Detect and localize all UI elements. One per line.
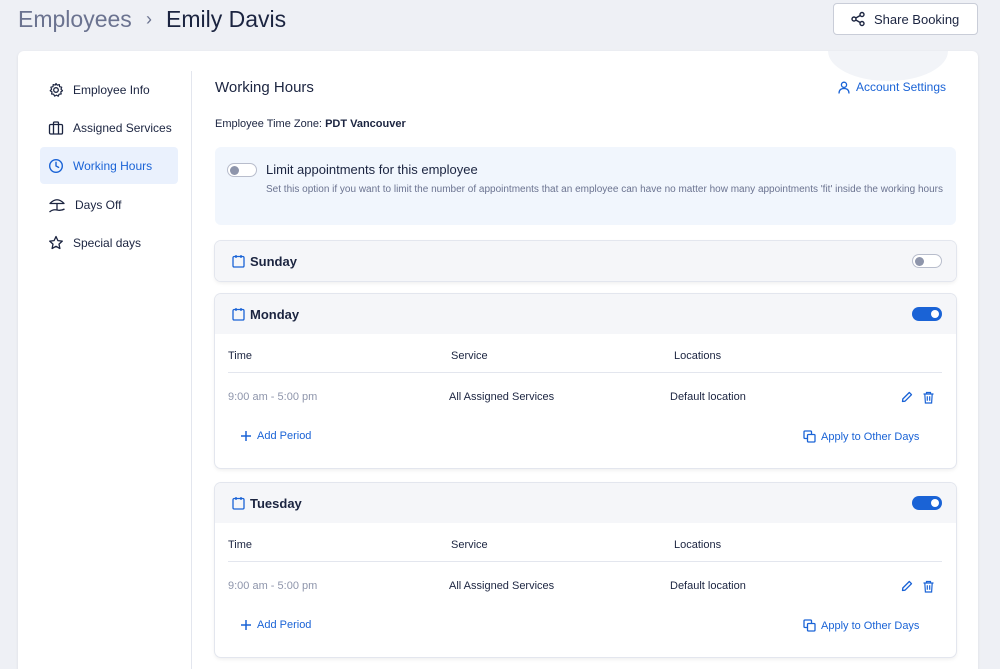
copy-icon — [803, 430, 816, 443]
beach-umbrella-icon — [49, 198, 65, 213]
day-toggle-sunday[interactable] — [912, 254, 942, 268]
account-settings-label: Account Settings — [855, 80, 946, 94]
divider — [228, 561, 942, 562]
limit-title: Limit appointments for this employee — [266, 162, 478, 177]
day-card-monday: Monday Time Service Locations 9:00 am - … — [215, 294, 956, 468]
day-header: Tuesday — [215, 483, 956, 523]
period-time: 9:00 am - 5:00 pm — [228, 391, 318, 403]
share-booking-button[interactable]: Share Booking — [833, 3, 978, 35]
delete-trash-icon[interactable] — [922, 580, 935, 593]
day-card-sunday: Sunday — [215, 241, 956, 281]
sidebar-item-label: Working Hours — [73, 158, 153, 173]
apply-to-other-days-label: Apply to Other Days — [821, 430, 920, 443]
apply-to-other-days-label: Apply to Other Days — [821, 619, 920, 632]
day-header: Sunday — [215, 241, 956, 281]
day-header: Monday — [215, 294, 956, 334]
day-toggle-tuesday[interactable] — [912, 496, 942, 510]
day-name: Monday — [250, 307, 300, 322]
sidebar-item-label: Special days — [73, 235, 142, 250]
sidebar-item-label: Assigned Services — [73, 120, 172, 135]
column-header-locations: Locations — [674, 539, 722, 551]
apply-to-other-days-button[interactable]: Apply to Other Days — [803, 619, 919, 632]
sidebar-item-working-hours[interactable]: Working Hours — [40, 147, 178, 184]
briefcase-icon — [48, 120, 64, 135]
sidebar-item-assigned-services[interactable]: Assigned Services — [40, 109, 178, 146]
period-service: All Assigned Services — [449, 580, 555, 592]
edit-pencil-icon[interactable] — [901, 580, 913, 592]
sidebar-item-employee-info[interactable]: Employee Info — [40, 71, 178, 108]
plus-icon — [241, 620, 251, 630]
add-period-label: Add Period — [257, 430, 312, 442]
limit-description: Set this option if you want to limit the… — [266, 184, 943, 195]
add-period-button[interactable]: Add Period — [240, 430, 311, 442]
sidebar-item-label: Days Off — [75, 197, 122, 212]
timezone-value: PDT Vancouver — [325, 118, 406, 130]
clock-icon — [48, 158, 64, 173]
add-period-label: Add Period — [257, 619, 312, 631]
employee-panel: Employee Info Assigned Services Working … — [18, 51, 978, 669]
period-service: All Assigned Services — [449, 391, 555, 403]
column-header-service: Service — [451, 539, 488, 551]
share-booking-label: Share Booking — [874, 11, 960, 27]
employee-timezone: Employee Time Zone: PDT Vancouver — [215, 118, 406, 130]
calendar-icon — [232, 255, 245, 268]
calendar-icon — [232, 497, 245, 510]
main-content: Working Hours Account Settings Employee … — [215, 51, 960, 669]
day-card-tuesday: Tuesday Time Service Locations 9:00 am -… — [215, 483, 956, 657]
add-period-button[interactable]: Add Period — [240, 619, 311, 631]
column-header-service: Service — [451, 350, 488, 362]
period-location: Default location — [670, 580, 746, 592]
column-header-time: Time — [228, 350, 253, 362]
sidebar-item-days-off[interactable]: Days Off — [40, 186, 178, 223]
edit-pencil-icon[interactable] — [901, 391, 913, 403]
user-icon — [838, 81, 850, 94]
star-icon — [49, 235, 63, 249]
day-name: Tuesday — [250, 496, 302, 511]
apply-to-other-days-button[interactable]: Apply to Other Days — [803, 430, 919, 443]
delete-trash-icon[interactable] — [922, 391, 935, 404]
limit-appointments-box: Limit appointments for this employee Set… — [215, 147, 956, 225]
plus-icon — [241, 431, 251, 441]
copy-icon — [803, 619, 816, 632]
period-time: 9:00 am - 5:00 pm — [228, 580, 318, 592]
column-header-time: Time — [228, 539, 253, 551]
section-title: Working Hours — [215, 79, 314, 96]
column-header-locations: Locations — [674, 350, 722, 362]
period-location: Default location — [670, 391, 746, 403]
day-toggle-monday[interactable] — [912, 307, 942, 321]
divider — [228, 372, 942, 373]
limit-appointments-toggle[interactable] — [227, 163, 257, 177]
sidebar-item-special-days[interactable]: Special days — [40, 224, 178, 261]
page-title: Emily Davis — [166, 6, 287, 32]
breadcrumb-separator: › — [146, 9, 152, 29]
sidebar-item-label: Employee Info — [73, 82, 150, 97]
breadcrumb-employees[interactable]: Employees — [18, 6, 132, 33]
calendar-icon — [232, 308, 245, 321]
share-icon — [851, 11, 865, 27]
top-bar: Employees › Emily Davis Share Booking — [0, 0, 1000, 50]
timezone-label: Employee Time Zone: — [215, 118, 322, 130]
account-settings-link[interactable]: Account Settings — [838, 80, 946, 94]
gear-icon — [49, 82, 64, 97]
sidebar: Employee Info Assigned Services Working … — [18, 71, 192, 669]
day-name: Sunday — [250, 254, 297, 269]
